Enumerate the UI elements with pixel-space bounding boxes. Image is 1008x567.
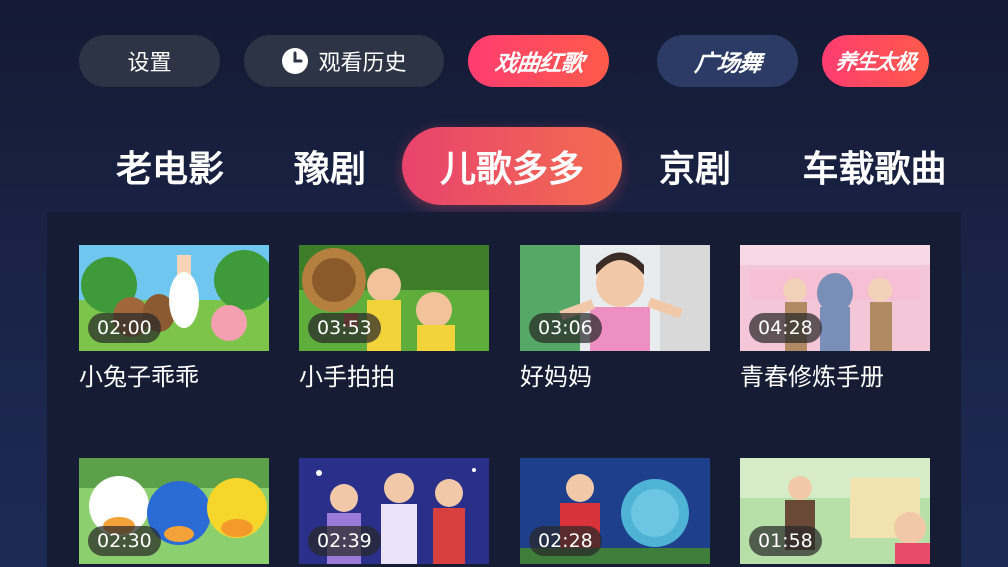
video-title: 青春修炼手册 [740,363,884,391]
video-duration: 02:39 [308,526,381,556]
video-card[interactable]: 04:28 青春修炼手册 [740,245,930,393]
health-taiji-label: 养生太极 [834,50,917,74]
health-taiji-button[interactable]: 养生太极 [822,35,929,87]
tab-label: 豫剧 [293,149,366,190]
tab-car-songs[interactable]: 车载歌曲 [792,127,957,205]
video-card[interactable]: 03:53 小手拍拍 [299,245,489,393]
video-grid: 02:00 小兔子乖乖 03:53 小手拍拍 03:06 好妈妈 04:28 青… [47,212,961,567]
tab-label: 儿歌多多 [439,149,584,190]
video-thumbnail: 02:39 [299,458,489,564]
video-duration: 02:28 [529,526,602,556]
video-thumbnail: 02:28 [520,458,710,564]
video-title: 小手拍拍 [299,363,395,391]
tab-old-movies[interactable]: 老电影 [105,127,235,205]
tab-kids-songs[interactable]: 儿歌多多 [402,127,622,205]
video-duration: 02:00 [88,313,161,343]
opera-songs-button[interactable]: 戏曲红歌 [468,35,609,87]
history-button[interactable]: 观看历史 [244,35,444,87]
video-duration: 01:58 [749,526,822,556]
square-dance-label: 广场舞 [692,51,762,77]
video-thumbnail: 01:58 [740,458,930,564]
settings-button[interactable]: 设置 [79,35,220,87]
tab-label: 京剧 [658,149,731,190]
history-button-label: 观看历史 [318,51,407,76]
video-thumbnail: 02:00 [79,245,269,351]
tab-label: 车载歌曲 [802,149,947,190]
video-duration: 03:06 [529,313,602,343]
video-thumbnail: 03:06 [520,245,710,351]
video-card[interactable]: 03:06 好妈妈 [520,245,710,393]
video-thumbnail: 04:28 [740,245,930,351]
video-duration: 02:30 [88,526,161,556]
video-title: 好妈妈 [520,363,592,391]
video-card[interactable]: 02:28 [520,458,710,567]
video-duration: 04:28 [749,313,822,343]
video-duration: 03:53 [308,313,381,343]
category-tabs: 老电影 豫剧 儿歌多多 京剧 车载歌曲 [0,127,1008,207]
video-card[interactable]: 02:30 [79,458,269,567]
video-thumbnail: 02:30 [79,458,269,564]
video-card[interactable]: 02:00 小兔子乖乖 [79,245,269,393]
square-dance-button[interactable]: 广场舞 [657,35,798,87]
tab-yu-opera[interactable]: 豫剧 [285,127,375,205]
video-card[interactable]: 01:58 [740,458,930,567]
top-bar: 设置 观看历史 戏曲红歌 广场舞 养生太极 [0,0,1008,120]
video-title: 小兔子乖乖 [79,363,199,391]
tab-label: 老电影 [115,149,224,190]
clock-icon [281,47,309,75]
settings-button-label: 设置 [127,51,172,76]
video-card[interactable]: 02:39 [299,458,489,567]
opera-songs-label: 戏曲红歌 [492,51,584,77]
tab-peking-opera[interactable]: 京剧 [650,127,740,205]
video-thumbnail: 03:53 [299,245,489,351]
